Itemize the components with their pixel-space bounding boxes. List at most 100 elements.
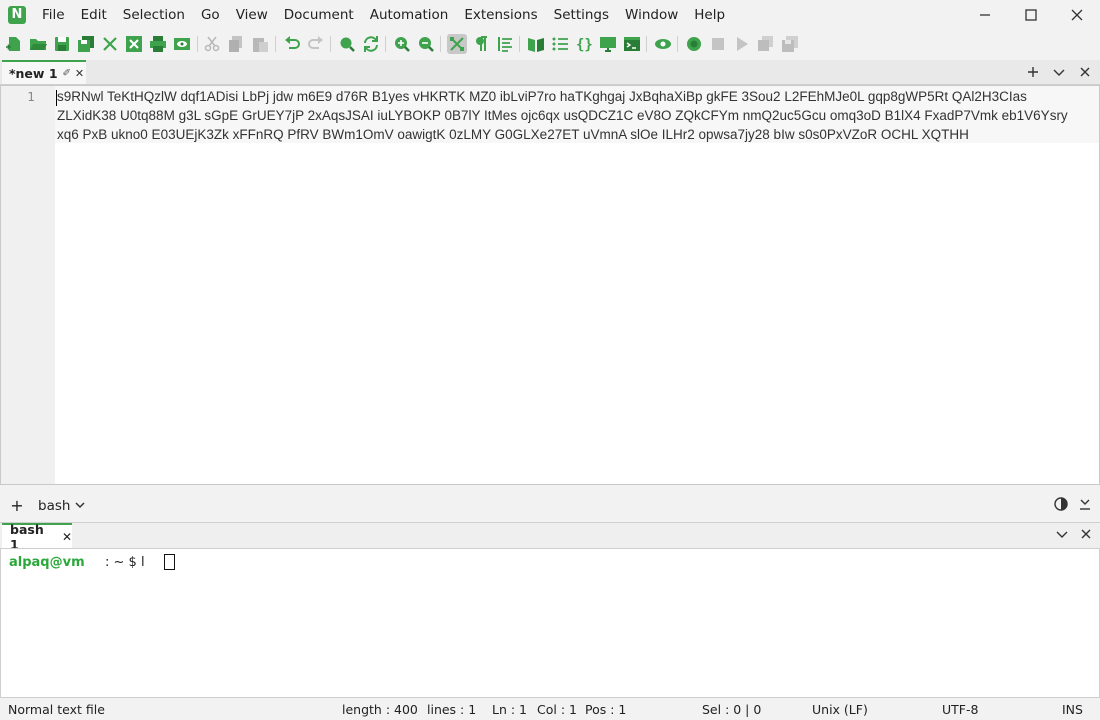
zoom-in-button[interactable] (392, 34, 412, 54)
prompt-user: alpaq@vm (9, 555, 85, 570)
show-whitespace-button[interactable] (471, 34, 491, 54)
editor-tab-bar: *new 1 ✐ ✕ (0, 60, 1100, 85)
chevron-down-icon (1056, 531, 1068, 538)
indent-guides-button[interactable] (495, 34, 515, 54)
column-status[interactable]: Col : 1 (537, 702, 577, 717)
undo-button[interactable] (282, 34, 302, 54)
close-file-button[interactable] (100, 34, 120, 54)
close-terminal-button[interactable] (1080, 528, 1092, 544)
preview-button[interactable] (598, 34, 618, 54)
status-bar: Normal text file length : 400 lines : 1 … (0, 700, 1100, 720)
new-file-button[interactable] (4, 34, 24, 54)
paste-button[interactable] (250, 34, 270, 54)
zoom-out-icon (419, 37, 434, 52)
undo-icon (285, 36, 300, 49)
play-macro-button[interactable] (732, 34, 752, 54)
theme-toggle-button[interactable] (1054, 497, 1068, 515)
menu-extensions[interactable]: Extensions (456, 0, 545, 30)
menu-selection[interactable]: Selection (115, 0, 193, 30)
open-file-button[interactable] (28, 34, 48, 54)
code-blocks-button[interactable]: {} (574, 34, 594, 54)
bookmarks-button[interactable] (526, 34, 546, 54)
terminal-list-button[interactable] (1056, 528, 1068, 544)
close-icon (1080, 67, 1090, 77)
view-button[interactable] (653, 34, 673, 54)
replace-button[interactable] (361, 34, 381, 54)
shell-select[interactable]: bash (38, 497, 85, 515)
toolbar-separator (385, 36, 386, 52)
close-tab-button[interactable] (1078, 65, 1092, 79)
lines-status: lines : 1 (427, 702, 477, 717)
tab-close-icon[interactable]: ✕ (62, 530, 72, 544)
paste-icon (253, 38, 268, 52)
length-status: length : 400 (342, 702, 418, 717)
toolbar-separator (519, 36, 520, 52)
tab-list-button[interactable] (1052, 65, 1066, 79)
menu-automation[interactable]: Automation (362, 0, 457, 30)
toolbar-separator (330, 36, 331, 52)
pilcrow-icon (476, 36, 487, 51)
editor-text[interactable]: s9RNwl TeKtHQzlW dqf1ADisi LbPj jdw m6E9… (57, 87, 1087, 144)
position-status[interactable]: Pos : 1 (585, 702, 626, 717)
tab-close-icon[interactable]: ✕ (75, 67, 84, 80)
word-wrap-toggle[interactable] (447, 34, 467, 54)
toolbar-separator (275, 36, 276, 52)
list-button[interactable] (550, 34, 570, 54)
terminal-icon (624, 37, 640, 51)
record-macro-button[interactable] (684, 34, 704, 54)
insert-mode-status[interactable]: INS (1062, 702, 1083, 717)
tab-new-1[interactable]: *new 1 ✐ ✕ (2, 60, 86, 84)
minimize-panel-button[interactable] (1078, 497, 1092, 515)
zoom-out-button[interactable] (416, 34, 436, 54)
close-file-icon (103, 37, 117, 51)
save-all-button[interactable] (76, 34, 96, 54)
menu-edit[interactable]: Edit (73, 0, 115, 30)
svg-text:{}: {} (576, 37, 593, 53)
search-icon (340, 37, 355, 52)
stop-icon (712, 38, 724, 50)
plus-icon (1028, 67, 1038, 77)
stop-macro-button[interactable] (708, 34, 728, 54)
redo-button[interactable] (306, 34, 326, 54)
file-type-status[interactable]: Normal text file (8, 702, 105, 717)
print-button[interactable] (148, 34, 168, 54)
pin-icon[interactable]: ✐ (63, 68, 71, 79)
menu-help[interactable]: Help (686, 0, 733, 30)
eol-status[interactable]: Unix (LF) (812, 702, 868, 717)
eye-icon (655, 39, 671, 49)
panel-header: + bash (0, 493, 1100, 520)
cut-button[interactable] (202, 34, 222, 54)
new-tab-button[interactable] (1026, 65, 1040, 79)
book-icon (528, 38, 544, 52)
close-window-button[interactable] (1054, 0, 1100, 30)
line-status[interactable]: Ln : 1 (492, 702, 527, 717)
line-number: 1 (27, 90, 35, 104)
terminal-button[interactable] (622, 34, 642, 54)
terminal-pane[interactable]: alpaq@vm : ~ $ l (0, 548, 1100, 698)
indent-icon (498, 37, 512, 52)
menu-document[interactable]: Document (276, 0, 362, 30)
add-terminal-button[interactable]: + (10, 498, 24, 514)
play-icon (737, 37, 748, 51)
menu-settings[interactable]: Settings (546, 0, 617, 30)
menu-view[interactable]: View (228, 0, 276, 30)
shell-label: bash (38, 498, 71, 514)
editor-area[interactable]: 1 s9RNwl TeKtHQzlW dqf1ADisi LbPj jdw m6… (0, 85, 1100, 485)
chevron-down-icon (1053, 69, 1065, 76)
copy-button[interactable] (226, 34, 246, 54)
menu-window[interactable]: Window (617, 0, 686, 30)
encoding-status[interactable]: UTF-8 (942, 702, 978, 717)
close-all-button[interactable] (124, 34, 144, 54)
save-macro-button[interactable] (780, 34, 800, 54)
menu-go[interactable]: Go (193, 0, 228, 30)
maximize-button[interactable] (1008, 0, 1054, 30)
toolbar-separator (677, 36, 678, 52)
play-macro-multiple-button[interactable] (756, 34, 776, 54)
minimize-button[interactable] (962, 0, 1008, 30)
menu-file[interactable]: File (34, 0, 73, 30)
print-preview-button[interactable] (172, 34, 192, 54)
save-button[interactable] (52, 34, 72, 54)
word-wrap-icon (450, 37, 464, 51)
find-button[interactable] (337, 34, 357, 54)
tab-bash-1[interactable]: bash 1 ✕ (2, 522, 72, 552)
